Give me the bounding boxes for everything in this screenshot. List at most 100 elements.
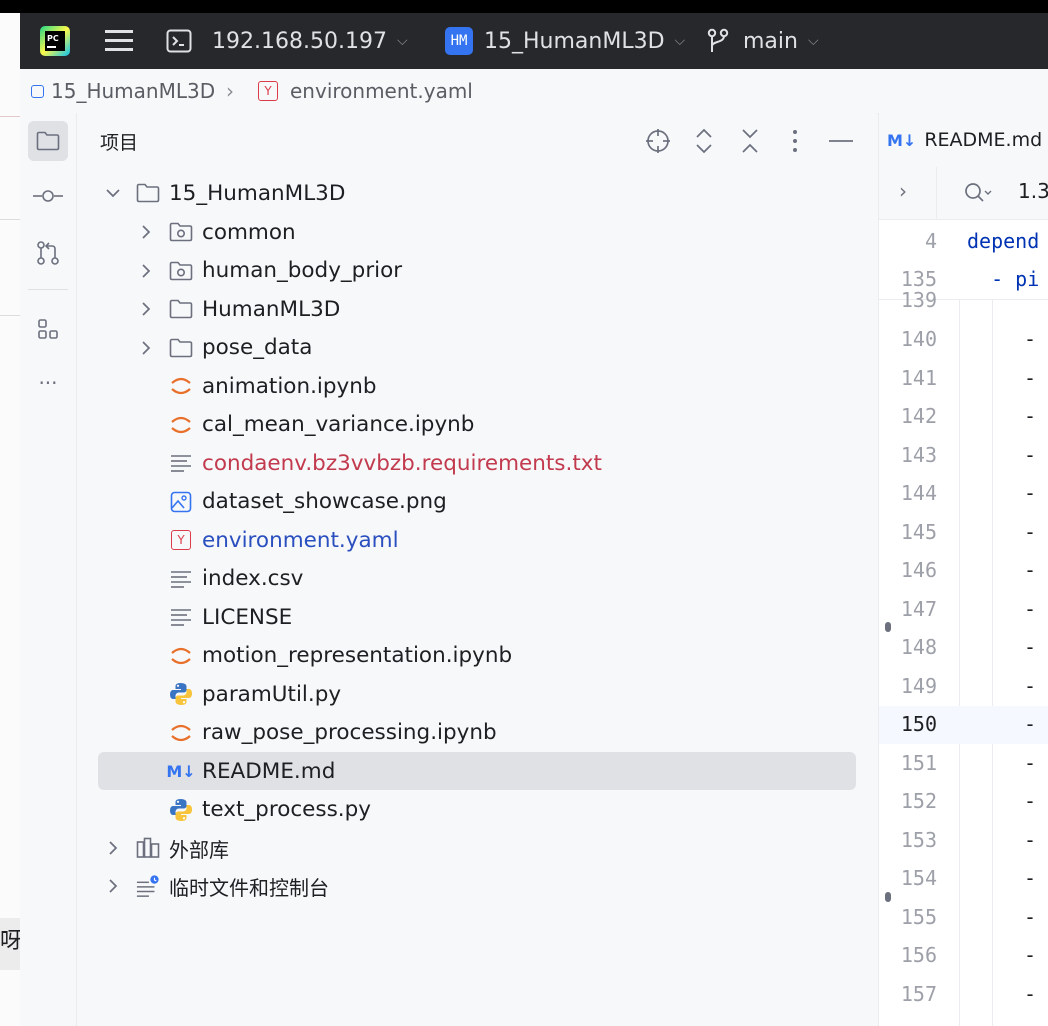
image-file-icon	[170, 491, 192, 512]
code-text[interactable]: -	[1024, 712, 1036, 736]
fold-marker[interactable]	[885, 892, 891, 902]
fold-marker[interactable]	[885, 622, 891, 632]
tree-icon	[169, 259, 193, 283]
line-number: 153	[900, 827, 937, 852]
code-text[interactable]: -	[1024, 789, 1036, 813]
markdown-file-icon: M↓	[166, 761, 196, 781]
code-text[interactable]: -	[1024, 443, 1036, 467]
app-logo[interactable]: PC	[40, 13, 70, 69]
project-badge-icon: HM	[445, 27, 473, 55]
breadcrumb-file[interactable]: Y environment.yaml	[258, 69, 473, 113]
project-tool-button[interactable]	[28, 121, 68, 161]
chevron-down-icon	[106, 189, 120, 198]
line-number: 140	[900, 327, 937, 351]
expand-all-button[interactable]	[686, 123, 722, 159]
more-tool-windows-button[interactable]: ···	[28, 363, 68, 403]
tree-item[interactable]: M↓ README.md	[98, 752, 856, 790]
tree-item-label: raw_pose_processing.ipynb	[202, 720, 497, 745]
tree-item[interactable]: motion_representation.ipynb	[98, 637, 856, 675]
code-text[interactable]: -	[1024, 828, 1036, 852]
code-text[interactable]: -	[1024, 404, 1036, 428]
options-button[interactable]	[777, 123, 813, 159]
tree-external-libraries[interactable]: 外部库	[98, 829, 856, 867]
code-text[interactable]: -	[1024, 943, 1036, 967]
tree-toggle[interactable]	[136, 261, 156, 281]
code-text[interactable]: -	[1024, 674, 1036, 698]
tree-item[interactable]: cal_mean_variance.ipynb	[98, 406, 856, 444]
tree-item[interactable]: HumanML3D	[98, 290, 856, 328]
code-text[interactable]: -	[1024, 751, 1036, 775]
tree-scratches-consoles[interactable]: 临时文件和控制台	[98, 867, 856, 905]
code-text[interactable]: -	[1024, 558, 1036, 582]
tree-item-label: dataset_showcase.png	[202, 489, 447, 514]
tree-icon	[169, 220, 193, 244]
tree-item[interactable]: text_process.py	[98, 791, 856, 829]
line-number: 154	[900, 866, 937, 890]
tree-item[interactable]: common	[98, 213, 856, 251]
tree-item[interactable]: index.csv	[98, 560, 856, 598]
line-number: 156	[900, 943, 937, 967]
tree-icon	[169, 798, 193, 822]
breadcrumb-project[interactable]: 15_HumanML3D	[31, 69, 215, 113]
code-text[interactable]: -	[1024, 982, 1036, 1006]
tree-item[interactable]: pose_data	[98, 329, 856, 367]
code-text[interactable]: -	[1024, 481, 1036, 505]
tree-item[interactable]: Yenvironment.yaml	[98, 521, 856, 559]
line-number: 149	[900, 673, 937, 698]
tree-item-label: README.md	[202, 758, 336, 784]
code-text[interactable]: -	[1024, 520, 1036, 544]
code-text[interactable]: -	[1024, 366, 1036, 390]
tree-toggle[interactable]	[103, 876, 123, 896]
tree-item-label: 15_HumanML3D	[169, 180, 346, 206]
sticky-code: depend	[967, 229, 1040, 253]
editor-tab-readme[interactable]: M↓ README.md	[879, 113, 1048, 168]
tree-root[interactable]: 15_HumanML3D	[98, 174, 856, 212]
collapse-all-button[interactable]	[732, 123, 768, 159]
code-text[interactable]: -	[1024, 597, 1036, 621]
remote-host-selector[interactable]: 192.168.50.197 ⌵	[166, 13, 408, 69]
code-text[interactable]: -	[1024, 327, 1036, 351]
sticky-line[interactable]: 4 depend	[879, 223, 1048, 261]
search-history-button[interactable]	[963, 181, 993, 209]
search-input[interactable]: 1.3	[1018, 179, 1048, 203]
code-text[interactable]: -	[1024, 866, 1036, 890]
editor-area: M↓ README.md › 1.3 4 depend 135 - pi 139…	[878, 113, 1048, 1026]
structure-tool-button[interactable]	[28, 309, 68, 349]
branch-selector[interactable]: main ⌵	[706, 13, 819, 69]
tree-toggle[interactable]	[136, 222, 156, 242]
tree-item[interactable]: LICENSE	[98, 598, 856, 636]
tree-icon	[169, 374, 193, 398]
locate-file-button[interactable]	[640, 123, 676, 159]
code-text[interactable]: -	[1024, 635, 1036, 659]
tree-item[interactable]: raw_pose_processing.ipynb	[98, 714, 856, 752]
tree-toggle[interactable]	[136, 299, 156, 319]
tree-icon	[169, 451, 193, 475]
code-text[interactable]: -	[1024, 905, 1036, 929]
svg-text:PC: PC	[47, 34, 59, 43]
tree-toggle[interactable]	[136, 338, 156, 358]
tree-item-label: 外部库	[169, 837, 229, 862]
divider	[0, 219, 20, 220]
main-menu-button[interactable]	[104, 13, 134, 69]
hide-panel-button[interactable]	[823, 123, 859, 159]
tree-icon	[136, 874, 160, 898]
folder-icon	[169, 299, 193, 319]
expand-replace-button[interactable]: ›	[899, 179, 907, 203]
chevron-right-icon	[142, 225, 151, 239]
sticky-code: - pi	[967, 267, 1040, 291]
tree-toggle[interactable]	[103, 183, 123, 203]
tree-item[interactable]: animation.ipynb	[98, 367, 856, 405]
yaml-file-icon: Y	[258, 81, 278, 101]
crosshair-icon	[646, 129, 670, 153]
commit-tool-button[interactable]	[28, 176, 68, 216]
tree-item[interactable]: paramUtil.py	[98, 675, 856, 713]
tree-item-label: condaenv.bz3vvbzb.requirements.txt	[202, 450, 602, 476]
tree-icon: Y	[169, 528, 193, 552]
tree-toggle[interactable]	[103, 838, 123, 858]
tree-item[interactable]: human_body_prior	[98, 252, 856, 290]
pull-requests-tool-button[interactable]	[28, 233, 68, 273]
project-selector[interactable]: HM 15_HumanML3D ⌵	[445, 13, 685, 69]
tree-item[interactable]: condaenv.bz3vvbzb.requirements.txt	[98, 444, 856, 482]
tree-item[interactable]: dataset_showcase.png	[98, 483, 856, 521]
tree-item-label: environment.yaml	[202, 527, 399, 553]
